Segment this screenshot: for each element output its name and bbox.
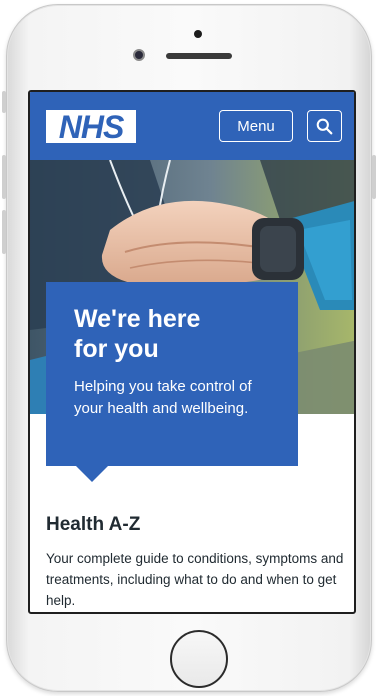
menu-button[interactable]: Menu [219,110,293,142]
nhs-logo-text: NHS [58,108,125,145]
phone-screen: NHS Menu We're here for you Helping you … [28,90,356,614]
sensor-dot [194,30,202,38]
volume-up-button [2,155,6,199]
search-icon [316,118,333,134]
nhs-logo[interactable]: NHS [46,110,136,143]
front-camera [133,49,145,61]
promo-card: We're here for you Helping you take cont… [46,282,298,482]
site-header: NHS Menu [30,92,354,160]
health-az-section: Health A-Z Your complete guide to condit… [46,514,346,611]
promo-title-line-2: for you [74,335,159,363]
search-button[interactable] [307,110,342,142]
power-button [372,155,376,199]
mute-switch [2,91,6,113]
earpiece-speaker [166,53,232,59]
promo-text: Helping you take control of your health … [74,378,252,417]
health-az-description: Your complete guide to conditions, sympt… [46,551,344,608]
health-az-link[interactable]: Health A-Z [46,514,346,536]
promo-title-line-1: We're here [74,305,201,333]
promo-arrow [76,466,108,482]
promo-title: We're here for you [74,304,272,364]
home-button[interactable] [170,630,228,688]
volume-down-button [2,210,6,254]
